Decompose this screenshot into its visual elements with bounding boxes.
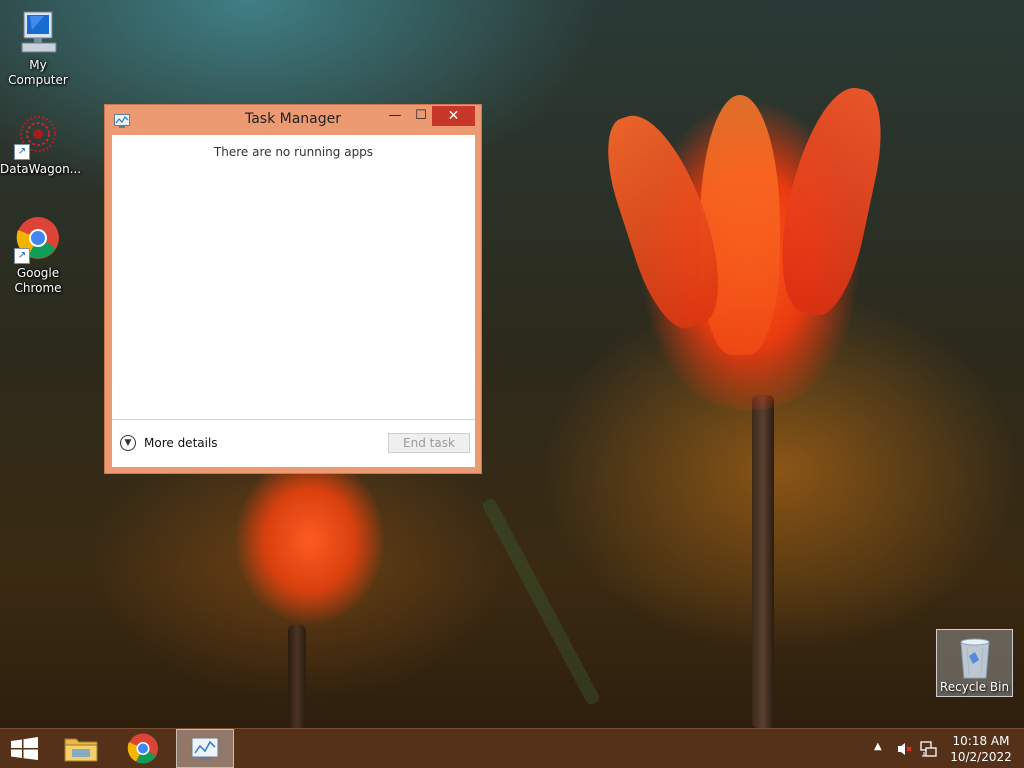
show-hidden-icons-button[interactable]: ▲ — [874, 741, 882, 752]
start-button[interactable] — [0, 729, 48, 768]
shortcut-arrow-icon: ↗ — [14, 144, 30, 160]
desktop-icon-my-computer[interactable]: My Computer — [0, 8, 76, 88]
desktop-icon-label: Recycle Bin — [939, 680, 1010, 694]
clock[interactable]: 10:18 AM 10/2/2022 — [946, 733, 1016, 765]
end-task-button[interactable]: End task — [388, 433, 470, 453]
taskbar-file-explorer[interactable] — [56, 729, 106, 768]
chrome-icon: ↗ — [14, 216, 62, 264]
desktop-icon-datawagon[interactable]: ↗ DataWagon... — [0, 112, 82, 177]
minimize-button[interactable]: — — [381, 106, 409, 126]
clock-time: 10:18 AM — [952, 734, 1010, 748]
more-details-label: More details — [144, 436, 218, 450]
desktop-icon-label: DataWagon... — [0, 162, 82, 176]
title-bar[interactable]: Task Manager — ☐ ✕ — [105, 105, 481, 135]
clock-date: 10/2/2022 — [950, 750, 1012, 764]
close-button[interactable]: ✕ — [432, 106, 475, 126]
desktop-icon-recycle-bin[interactable]: Recycle Bin — [936, 629, 1013, 697]
recycle-bin-icon — [955, 634, 995, 680]
task-manager-content: There are no running apps ▼ More details… — [112, 135, 475, 467]
desktop: My Computer ↗ DataWagon... ↗ Google Chro… — [0, 0, 1024, 768]
volume-muted-icon[interactable] — [896, 740, 914, 758]
chevron-down-icon: ▼ — [120, 435, 136, 451]
folder-icon — [64, 738, 98, 762]
empty-apps-message: There are no running apps — [213, 145, 374, 159]
taskbar-google-chrome[interactable] — [118, 729, 168, 768]
chrome-icon — [127, 733, 158, 764]
desktop-icon-google-chrome[interactable]: ↗ Google Chrome — [0, 216, 76, 296]
divider — [112, 419, 475, 420]
more-details-button[interactable]: ▼ More details — [120, 433, 218, 453]
computer-icon — [14, 8, 62, 56]
taskbar-task-manager[interactable] — [176, 729, 234, 768]
desktop-icon-label: Google Chrome — [14, 266, 62, 295]
taskbar: ▲ 10:18 AM 10/2/2022 — [0, 728, 1024, 768]
shortcut-arrow-icon: ↗ — [14, 248, 30, 264]
task-manager-window[interactable]: Task Manager — ☐ ✕ There are no running … — [104, 104, 482, 474]
datawagon-icon: ↗ — [14, 112, 62, 160]
maximize-button[interactable]: ☐ — [407, 106, 435, 126]
windows-logo-icon — [11, 737, 38, 760]
network-icon[interactable] — [920, 740, 938, 758]
desktop-icon-label: My Computer — [8, 58, 68, 87]
task-manager-icon — [191, 737, 219, 760]
